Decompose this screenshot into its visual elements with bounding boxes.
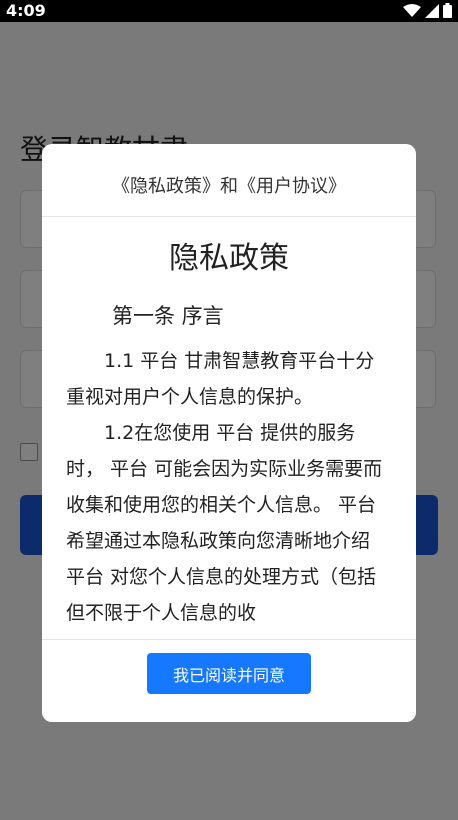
dialog-scroll-content[interactable]: 隐私政策 第一条 序言 1.1 平台 甘肃智慧教育平台十分重视对用户个人信息的保…: [42, 217, 416, 640]
paragraph-1-2: 1.2在您使用 平台 提供的服务时， 平台 可能会因为实际业务需要而收集和使用您…: [66, 422, 383, 624]
signal-icon: [425, 3, 439, 18]
article-title: 第一条 序言: [112, 304, 224, 328]
status-icons: [403, 3, 452, 18]
dialog-header-title: 《隐私政策》和《用户协议》: [42, 144, 416, 217]
doc-title: 隐私政策: [169, 241, 289, 276]
paragraph-1-1: 1.1 平台 甘肃智慧教育平台十分重视对用户个人信息的保护。: [66, 350, 375, 408]
dialog-footer: 我已阅读并同意: [42, 639, 416, 722]
privacy-dialog: 《隐私政策》和《用户协议》 隐私政策 第一条 序言 1.1 平台 甘肃智慧教育平…: [42, 144, 416, 722]
status-bar: 4:09: [0, 0, 458, 22]
wifi-icon: [403, 3, 421, 17]
battery-icon: [443, 3, 452, 18]
status-time: 4:09: [6, 1, 46, 20]
agree-button[interactable]: 我已阅读并同意: [147, 653, 311, 694]
